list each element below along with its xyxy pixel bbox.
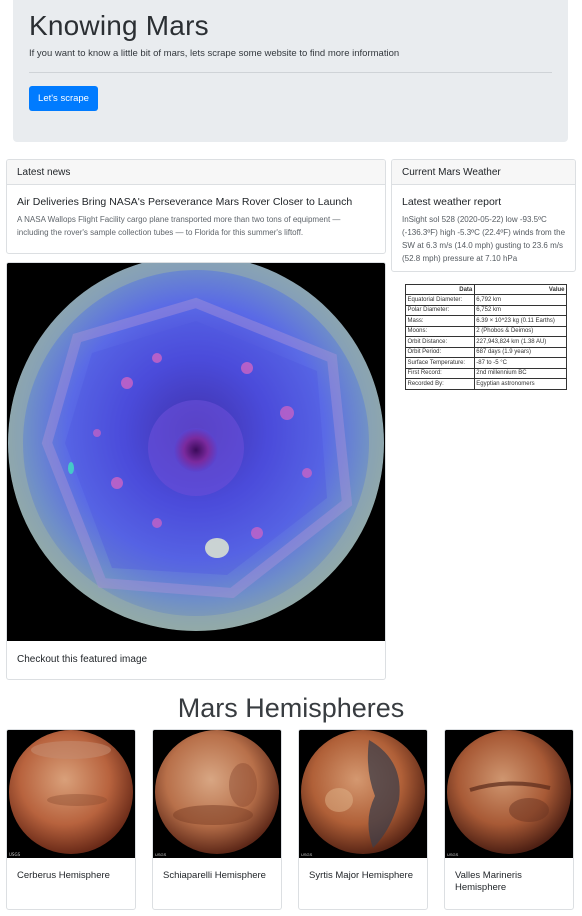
table-row: Surface Temperature: -87 to -5 °C: [405, 357, 568, 369]
fact-label: Orbit Distance:: [405, 336, 475, 348]
fact-label: First Record:: [405, 367, 475, 379]
usgs-watermark: USGS: [155, 852, 167, 857]
usgs-watermark: USGS: [301, 852, 313, 857]
table-row: Mass: 6.39 × 10^23 kg (0.11 Earths): [405, 315, 568, 327]
fact-value: 6,792 km: [473, 294, 568, 306]
featured-image-caption: Checkout this featured image: [17, 654, 148, 665]
news-title: Air Deliveries Bring NASA's Perseverance…: [17, 196, 353, 208]
fact-value: 2 (Phobos & Deimos): [473, 325, 568, 337]
mars-globe-icon: USGS: [299, 730, 427, 858]
fact-label: Surface Temperature:: [405, 357, 475, 369]
fact-label: Polar Diameter:: [405, 304, 475, 316]
fact-label: Recorded By:: [405, 378, 475, 390]
hemisphere-title[interactable]: Schiaparelli Hemisphere: [163, 870, 275, 882]
fact-label: Orbit Period:: [405, 346, 475, 358]
usgs-watermark: USGS: [447, 852, 459, 857]
table-row: Orbit Period: 687 days (1.9 years): [405, 346, 568, 358]
fact-value: 6,752 km: [473, 304, 568, 316]
table-row: First Record: 2nd millennium BC: [405, 367, 568, 379]
weather-card-header: Current Mars Weather: [392, 160, 575, 185]
weather-card: Current Mars Weather Latest weather repo…: [391, 159, 576, 272]
hemisphere-card-cerberus: USGS Cerberus Hemisphere: [6, 729, 136, 910]
fact-value: 6.39 × 10^23 kg (0.11 Earths): [473, 315, 568, 327]
mars-facts-table: Data Value Equatorial Diameter: 6,792 km …: [405, 284, 568, 390]
table-row: Equatorial Diameter: 6,792 km: [405, 294, 568, 306]
fact-label: Equatorial Diameter:: [405, 294, 475, 306]
news-card-header: Latest news: [7, 160, 385, 185]
page-lead: If you want to know a little bit of mars…: [29, 48, 400, 59]
jumbotron: Knowing Mars If you want to know a littl…: [13, 0, 568, 142]
mars-globe-icon: USGS: [7, 730, 135, 858]
hemisphere-title[interactable]: Valles Marineris Hemisphere: [455, 870, 567, 894]
table-row: Orbit Distance: 227,943,824 km (1.38 AU): [405, 336, 568, 348]
table-header-row: Data Value: [405, 284, 568, 295]
hemisphere-image[interactable]: USGS: [299, 730, 427, 858]
weather-body: InSight sol 528 (2020-05-22) low -93.5ºC…: [402, 215, 566, 263]
mars-globe-icon: USGS: [445, 730, 573, 858]
fact-value: -87 to -5 °C: [473, 357, 568, 369]
news-body: A NASA Wallops Flight Facility cargo pla…: [17, 215, 341, 237]
hemisphere-title[interactable]: Syrtis Major Hemisphere: [309, 870, 421, 882]
hemisphere-card-syrtis-major: USGS Syrtis Major Hemisphere: [298, 729, 428, 910]
weather-title: Latest weather report: [402, 196, 502, 208]
mars-globe-icon: USGS: [153, 730, 281, 858]
table-row: Recorded By: Egyptian astronomers: [405, 378, 568, 390]
table-header-value: Value: [473, 284, 568, 295]
table-row: Moons: 2 (Phobos & Deimos): [405, 325, 568, 337]
featured-image[interactable]: [7, 263, 385, 641]
table-row: Polar Diameter: 6,752 km: [405, 304, 568, 316]
hemisphere-image[interactable]: USGS: [445, 730, 573, 858]
fact-label: Moons:: [405, 325, 475, 337]
fact-value: Egyptian astronomers: [473, 378, 568, 390]
fact-label: Mass:: [405, 315, 475, 327]
table-header-data: Data: [405, 284, 475, 295]
hemisphere-title[interactable]: Cerberus Hemisphere: [17, 870, 129, 882]
fact-value: 2nd millennium BC: [473, 367, 568, 379]
hemisphere-card-schiaparelli: USGS Schiaparelli Hemisphere: [152, 729, 282, 910]
fact-value: 687 days (1.9 years): [473, 346, 568, 358]
saturn-hexagon-image: [7, 263, 385, 641]
hemispheres-heading: Mars Hemispheres: [177, 693, 405, 723]
hemisphere-image[interactable]: USGS: [153, 730, 281, 858]
news-card: Latest news Air Deliveries Bring NASA's …: [6, 159, 386, 254]
hemisphere-card-valles-marineris: USGS Valles Marineris Hemisphere: [444, 729, 574, 910]
featured-image-card: Checkout this featured image: [6, 262, 386, 680]
hemisphere-image[interactable]: USGS: [7, 730, 135, 858]
page-title: Knowing Mars: [29, 10, 209, 41]
scrape-button[interactable]: Let's scrape: [29, 86, 98, 111]
usgs-watermark: USGS: [9, 852, 21, 857]
divider: [29, 72, 552, 73]
fact-value: 227,943,824 km (1.38 AU): [473, 336, 568, 348]
